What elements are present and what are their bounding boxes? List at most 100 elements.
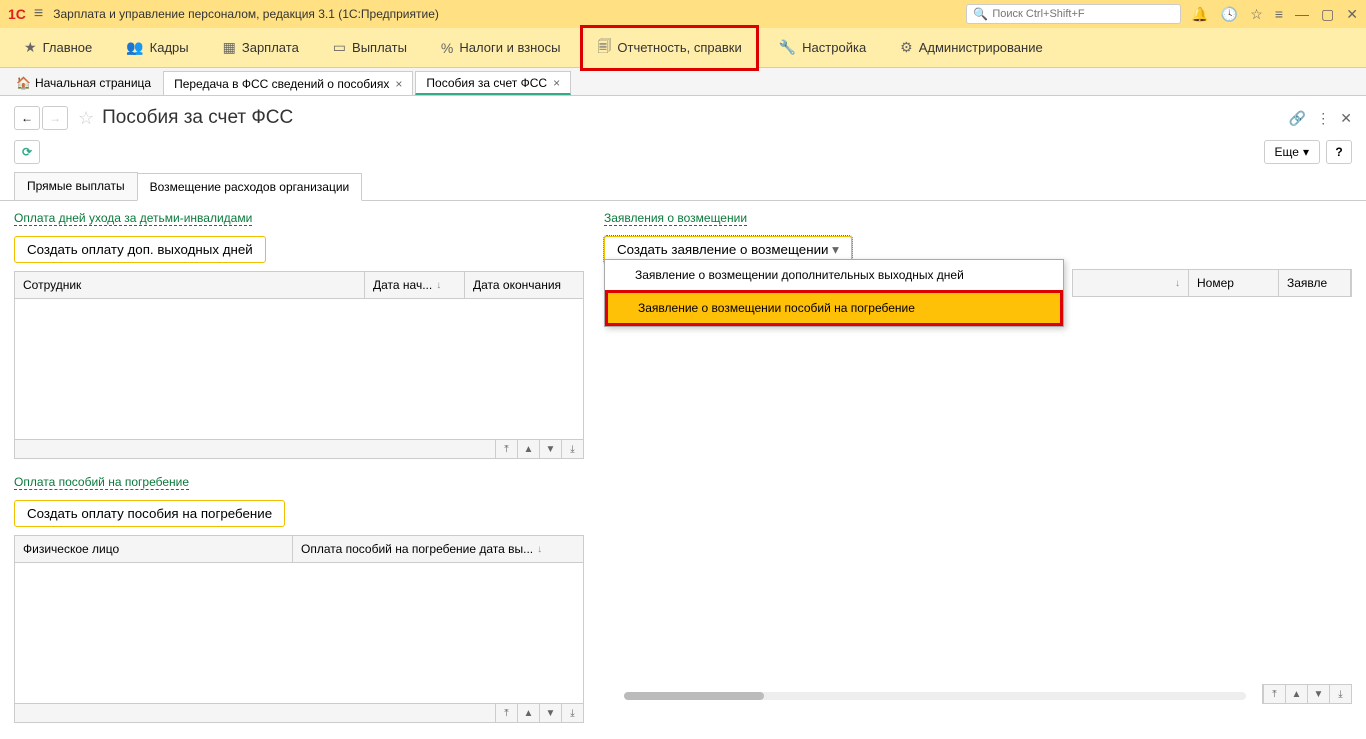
dd-item-extra-days[interactable]: Заявление о возмещении дополнительных вы… (605, 260, 1063, 290)
nav-first-icon[interactable]: ⤒ (1263, 685, 1285, 703)
bell-icon[interactable]: 🔔 (1191, 6, 1208, 23)
forward-button[interactable]: → (42, 106, 68, 130)
grid-burial: Физическое лицо Оплата пособий на погреб… (14, 535, 584, 723)
create-reimbursement-dropdown: Заявление о возмещении дополнительных вы… (604, 259, 1064, 327)
favorite-star-icon[interactable]: ☆ (78, 108, 94, 129)
section-disabled-children: Оплата дней ухода за детьми-инвалидами С… (14, 211, 584, 459)
home-icon: 🏠 (16, 76, 31, 90)
window-title: Зарплата и управление персоналом, редакц… (53, 7, 966, 21)
hamburger-icon[interactable]: ≡ (34, 5, 43, 23)
help-button[interactable]: ? (1326, 140, 1352, 164)
more-button[interactable]: Еще▾ (1264, 140, 1320, 164)
star-icon: ★ (24, 39, 37, 56)
nav-first-icon[interactable]: ⤒ (495, 440, 517, 458)
col-date-start[interactable]: Дата нач... ↓ (365, 272, 465, 298)
content: Оплата дней ухода за детьми-инвалидами С… (0, 201, 1366, 739)
grid-header: Сотрудник Дата нач... ↓ Дата окончания (15, 272, 583, 299)
right-grid-nav: ⤒ ▲ ▼ ⤓ (1262, 684, 1352, 704)
tab-fss-transfer[interactable]: Передача в ФСС сведений о пособиях× (163, 71, 413, 95)
document-icon: 🗐 (597, 36, 611, 60)
create-burial-payment-button[interactable]: Создать оплату пособия на погребение (14, 500, 285, 527)
nav-up-icon[interactable]: ▲ (1285, 685, 1307, 703)
tabs-bar: 🏠Начальная страница Передача в ФСС сведе… (0, 68, 1366, 96)
sort-icon: ↓ (1175, 278, 1180, 289)
right-column: Заявления о возмещении Создать заявление… (604, 211, 1352, 739)
menu-settings[interactable]: 🔧Настройка (765, 31, 880, 64)
kebab-icon[interactable]: ⋮ (1316, 110, 1330, 127)
sort-icon: ↓ (537, 544, 542, 555)
menu-taxes[interactable]: %Налоги и взносы (427, 32, 575, 64)
close-icon[interactable]: ✕ (1346, 6, 1358, 23)
search-input[interactable] (992, 8, 1174, 20)
close-page-icon[interactable]: ✕ (1340, 110, 1352, 127)
col-burial-date[interactable]: Оплата пособий на погребение дата вы... … (293, 536, 583, 562)
tab-home[interactable]: 🏠Начальная страница (6, 71, 161, 95)
tab-fss-benefits[interactable]: Пособия за счет ФСС× (415, 71, 571, 95)
grid-header: Физическое лицо Оплата пособий на погреб… (15, 536, 583, 563)
nav-down-icon[interactable]: ▼ (539, 704, 561, 722)
percent-icon: % (441, 40, 453, 56)
wrench-icon: 🔧 (779, 39, 796, 56)
nav-up-icon[interactable]: ▲ (517, 704, 539, 722)
col-date-end[interactable]: Дата окончания (465, 272, 583, 298)
title-icons: 🔔 🕓 ☆ ≡ — ▢ ✕ (1191, 6, 1358, 23)
menu-salary[interactable]: ▦Зарплата (209, 31, 313, 64)
grid-body[interactable] (15, 563, 583, 703)
col-number[interactable]: Номер (1189, 270, 1279, 296)
gear-icon: ⚙ (900, 39, 913, 56)
menu-admin[interactable]: ⚙Администрирование (886, 31, 1057, 64)
filter-icon[interactable]: ≡ (1275, 6, 1283, 22)
search-box[interactable]: 🔍 (966, 4, 1181, 24)
history-icon[interactable]: 🕓 (1221, 6, 1238, 23)
h-scrollbar-thumb[interactable] (624, 692, 764, 700)
nav-down-icon[interactable]: ▼ (1307, 685, 1329, 703)
col-employee[interactable]: Сотрудник (15, 272, 365, 298)
menu-staff[interactable]: 👥Кадры (112, 31, 202, 64)
grid-extra-days: Сотрудник Дата нач... ↓ Дата окончания ⤒… (14, 271, 584, 459)
link-icon[interactable]: 🔗 (1289, 110, 1306, 127)
nav-last-icon[interactable]: ⤓ (561, 440, 583, 458)
nav-up-icon[interactable]: ▲ (517, 440, 539, 458)
page-title: Пособия за счет ФСС (102, 107, 1289, 129)
subtab-reimbursement[interactable]: Возмещение расходов организации (137, 173, 363, 201)
wallet-icon: ▭ (333, 39, 346, 56)
right-grid-header: ↓ Номер Заявле (1072, 269, 1352, 297)
nav-last-icon[interactable]: ⤓ (1329, 685, 1351, 703)
subtab-direct[interactable]: Прямые выплаты (14, 172, 138, 200)
chevron-down-icon: ▾ (1303, 145, 1309, 159)
col-request[interactable]: Заявле (1279, 270, 1351, 296)
search-icon: 🔍 (973, 7, 988, 21)
col-person[interactable]: Физическое лицо (15, 536, 293, 562)
minimize-icon[interactable]: — (1295, 6, 1309, 22)
calculator-icon: ▦ (223, 39, 236, 56)
col-sort[interactable]: ↓ (1073, 270, 1189, 296)
grid-footer: ⤒ ▲ ▼ ⤓ (15, 439, 583, 458)
sub-tabs: Прямые выплаты Возмещение расходов орган… (0, 172, 1366, 201)
logo-1c: 1C (8, 6, 26, 22)
menu-payments[interactable]: ▭Выплаты (319, 31, 421, 64)
people-icon: 👥 (126, 39, 143, 56)
maximize-icon[interactable]: ▢ (1321, 6, 1334, 23)
page-header: ← → ☆ Пособия за счет ФСС 🔗 ⋮ ✕ (0, 96, 1366, 140)
nav-down-icon[interactable]: ▼ (539, 440, 561, 458)
left-column: Оплата дней ухода за детьми-инвалидами С… (14, 211, 584, 739)
close-icon[interactable]: × (553, 76, 560, 90)
close-icon[interactable]: × (395, 77, 402, 91)
menu-reports[interactable]: 🗐Отчетность, справки (580, 25, 758, 71)
section-title: Заявления о возмещении (604, 211, 747, 226)
section-title: Оплата дней ухода за детьми-инвалидами (14, 211, 252, 226)
menu-bar: ★Главное 👥Кадры ▦Зарплата ▭Выплаты %Нало… (0, 28, 1366, 68)
section-burial: Оплата пособий на погребение Создать опл… (14, 475, 584, 723)
refresh-button[interactable]: ⟳ (14, 140, 40, 164)
nav-last-icon[interactable]: ⤓ (561, 704, 583, 722)
grid-body[interactable] (15, 299, 583, 439)
toolbar: ⟳ Еще▾ ? (0, 140, 1366, 172)
back-button[interactable]: ← (14, 106, 40, 130)
create-extra-days-payment-button[interactable]: Создать оплату доп. выходных дней (14, 236, 266, 263)
nav-first-icon[interactable]: ⤒ (495, 704, 517, 722)
h-scrollbar-track[interactable] (624, 692, 1246, 700)
star-icon[interactable]: ☆ (1250, 6, 1263, 23)
menu-main[interactable]: ★Главное (10, 31, 106, 64)
grid-footer: ⤒ ▲ ▼ ⤓ (15, 703, 583, 722)
dd-item-burial[interactable]: Заявление о возмещении пособий на погреб… (605, 290, 1063, 326)
